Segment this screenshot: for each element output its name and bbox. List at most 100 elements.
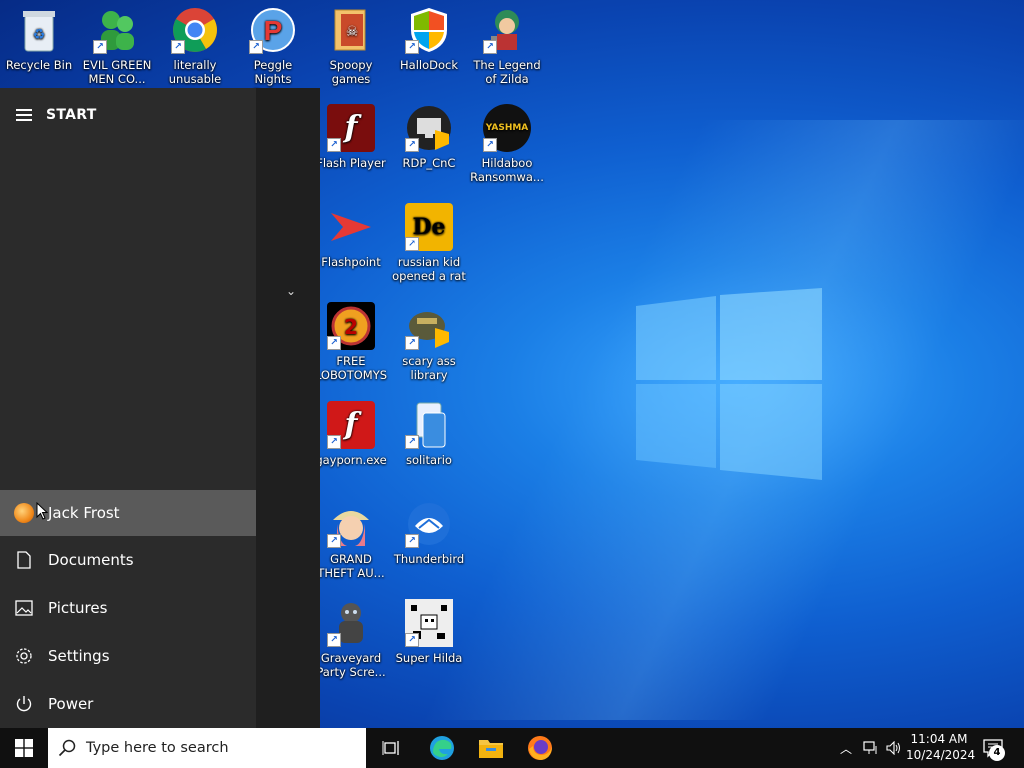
desktop-icon-flashpoint[interactable]: Flashpoint [314, 203, 388, 269]
search-placeholder: Type here to search [86, 740, 229, 756]
desktop-icon-label: Hildaboo Ransomwa... [470, 156, 544, 184]
desktop-icon-grand-theft-au[interactable]: ↗ GRAND THEFT AU... [314, 500, 388, 580]
network-tray-button[interactable] [860, 728, 882, 768]
shortcut-arrow-icon: ↗ [405, 534, 419, 548]
start-menu-header[interactable]: START [16, 106, 97, 124]
desktop-icon-scary-ass-library[interactable]: ↗ scary ass library [392, 302, 466, 382]
desktop-icon-label: The Legend of Zilda [473, 58, 541, 86]
chevron-down-icon[interactable]: ⌄ [286, 284, 296, 298]
svg-text:P: P [264, 15, 283, 46]
document-icon [17, 551, 31, 569]
taskbar-clock[interactable]: 11:04 AM 10/24/2024 [906, 731, 976, 763]
shortcut-arrow-icon: ↗ [483, 40, 497, 54]
rdp-icon: ↗ [405, 104, 453, 152]
start-item-label: Settings [48, 647, 110, 665]
start-button[interactable] [0, 728, 48, 768]
shortcut-arrow-icon: ↗ [405, 138, 419, 152]
task-view-icon [382, 741, 399, 755]
file-explorer-taskbar-button[interactable] [467, 728, 515, 768]
desktop-icon-label: Flashpoint [321, 255, 381, 269]
desktop-icon-label: Flash Player [316, 156, 386, 170]
shortcut-arrow-icon: ↗ [405, 40, 419, 54]
desktop-icon-label: EVIL GREEN MEN CO... [82, 58, 152, 86]
shortcut-arrow-icon: ↗ [483, 138, 497, 152]
power-icon [16, 696, 32, 712]
shortcut-arrow-icon: ↗ [327, 534, 341, 548]
desktop-icon-hallodock[interactable]: ↗ HalloDock [392, 6, 466, 72]
yashma-badge-text: YASHMA [485, 123, 529, 133]
shortcut-arrow-icon: ↗ [171, 40, 185, 54]
flash-icon: f ↗ [327, 104, 375, 152]
desktop-icon-label: GRAND THEFT AU... [317, 552, 385, 580]
de-icon: De ↗ [405, 203, 453, 251]
solitaire-icon: ↗ [405, 401, 453, 449]
desktop-icon-thunderbird[interactable]: ↗ Thunderbird [392, 500, 466, 566]
taskbar-search-box[interactable]: Type here to search [48, 728, 366, 768]
desktop-icon-peggle[interactable]: P ↗ Peggle Nights Deluxe [236, 6, 310, 100]
file-explorer-icon [479, 740, 503, 758]
show-hidden-icons-button[interactable]: ︿ [836, 728, 856, 768]
desktop-icon-label: solitario [406, 453, 452, 467]
desktop-icon-gayporn-exe[interactable]: f ↗ gayporn.exe [314, 401, 388, 467]
search-icon [58, 739, 76, 757]
desktop-icon-label: scary ass library [402, 354, 456, 382]
desktop-icon-solitario[interactable]: ↗ solitario [392, 401, 466, 467]
firefox-taskbar-button[interactable] [516, 728, 564, 768]
hamburger-icon[interactable] [16, 106, 32, 124]
desktop-icon-label: literally unusable [168, 58, 222, 86]
shield-icon: ↗ [405, 6, 453, 54]
clock-time: 11:04 AM [910, 732, 968, 746]
shortcut-arrow-icon: ↗ [327, 138, 341, 152]
start-menu-rail [0, 88, 256, 728]
library-icon: ↗ [405, 302, 453, 350]
edge-taskbar-button[interactable] [418, 728, 466, 768]
clock-date: 10/24/2024 [906, 748, 976, 762]
lobotomy-icon: 2 ↗ [327, 302, 375, 350]
desktop-icon-evil-green-men[interactable]: ↗ EVIL GREEN MEN CO... [80, 6, 154, 86]
volume-tray-button[interactable] [883, 728, 905, 768]
shortcut-arrow-icon: ↗ [93, 40, 107, 54]
flashpoint-icon [327, 203, 375, 251]
taskbar: Type here to search ︿ 11:04 AM 10/24/202… [0, 728, 1024, 768]
start-item-documents[interactable]: Documents [0, 537, 256, 583]
desktop-icon-hildaboo[interactable]: YASHMA ↗ Hildaboo Ransomwa... [470, 104, 544, 184]
desktop-icon-graveyard-party[interactable]: ↗ Graveyard Party Scre... [314, 599, 388, 679]
desktop-icon-recycle-bin[interactable]: ♻ Recycle Bin [2, 6, 76, 72]
windows-wallpaper-logo [636, 288, 822, 480]
start-item-pictures[interactable]: Pictures [0, 585, 256, 631]
volume-icon [886, 741, 900, 755]
desktop-icon-label: Spoopy games [329, 58, 373, 86]
task-view-button[interactable] [368, 728, 416, 768]
windows-start-icon [15, 739, 33, 757]
desktop-icon-literally-unusable[interactable]: ↗ literally unusable [158, 6, 232, 86]
desktop-icon-label: HalloDock [400, 58, 458, 72]
start-item-settings[interactable]: Settings [0, 633, 256, 679]
yashma-icon: YASHMA ↗ [483, 104, 531, 152]
graveyard-icon: ↗ [327, 599, 375, 647]
desktop-icon-label: FREE LOBOTOMYS [314, 354, 388, 382]
shortcut-arrow-icon: ↗ [249, 40, 263, 54]
desktop-icon-spoopy-games[interactable]: ☠ Spoopy games [314, 6, 388, 86]
desktop-icon-label: Recycle Bin [5, 58, 73, 72]
network-icon [863, 741, 877, 754]
desktop-icon-label: Thunderbird [393, 552, 465, 566]
thunderbird-icon: ↗ [405, 500, 453, 548]
shortcut-arrow-icon: ↗ [405, 435, 419, 449]
desktop-icon-russian-kid[interactable]: De ↗ russian kid opened a rat [392, 203, 466, 283]
desktop-icon-free-lobotomys[interactable]: 2 ↗ FREE LOBOTOMYS [314, 302, 388, 382]
desktop-icon-legend-of-zilda[interactable]: ↗ The Legend of Zilda [470, 6, 544, 86]
desktop-icon-super-hilda[interactable]: ↗ Super Hilda [392, 599, 466, 665]
desktop-icon-label: russian kid opened a rat [392, 255, 466, 283]
start-menu-title: START [46, 107, 97, 123]
firefox-icon [528, 736, 552, 760]
recycle-bin-icon: ♻ [15, 6, 63, 54]
start-item-power[interactable]: Power [0, 681, 256, 727]
shortcut-arrow-icon: ↗ [405, 633, 419, 647]
svg-text:♻: ♻ [33, 27, 46, 43]
desktop-icon-rdp-cnc[interactable]: ↗ RDP_CnC [392, 104, 466, 170]
start-menu: START ⌄ Jack Frost Documents Pictures Se… [0, 88, 320, 728]
start-item-label: Power [48, 695, 94, 713]
desktop-icon-label: gayporn.exe [315, 453, 387, 467]
desktop-icon-label: Graveyard Party Scre... [316, 651, 386, 679]
desktop-icon-flash-player[interactable]: f ↗ Flash Player [314, 104, 388, 170]
